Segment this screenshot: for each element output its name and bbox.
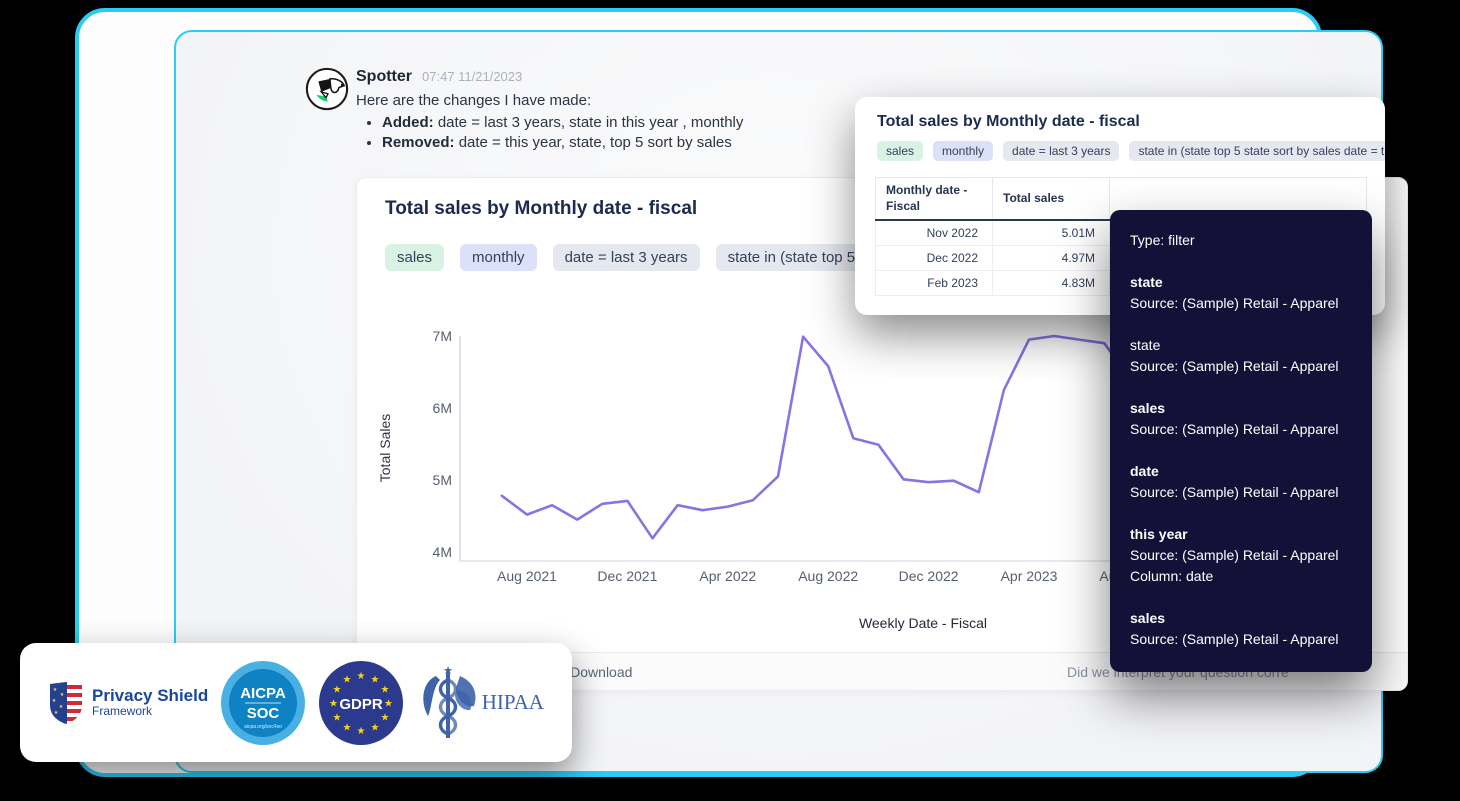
download-label: Download <box>570 664 632 680</box>
tooltip-entry-name: state <box>1130 335 1352 356</box>
privacy-shield-line1: Privacy Shield <box>92 687 208 705</box>
svg-text:★: ★ <box>329 698 338 709</box>
table-cell: 4.97M <box>993 246 1110 271</box>
chat-header: Spotter 07:47 11/21/2023 <box>356 68 1056 86</box>
svg-text:★: ★ <box>59 704 64 710</box>
svg-text:Dec 2022: Dec 2022 <box>899 568 959 584</box>
table-column-header[interactable]: Total sales <box>993 178 1110 221</box>
svg-text:4M: 4M <box>433 544 452 560</box>
svg-text:★: ★ <box>53 687 58 693</box>
privacy-shield-badge: ★★★ ★★ Privacy Shield Framework <box>48 681 208 725</box>
hipaa-badge: ★ HIPAA <box>416 664 544 742</box>
svg-text:7M: 7M <box>433 328 452 344</box>
hipaa-label: HIPAA <box>482 690 544 715</box>
svg-text:5M: 5M <box>433 472 452 488</box>
svg-text:6M: 6M <box>433 400 452 416</box>
svg-text:Aug 2021: Aug 2021 <box>497 568 557 584</box>
svg-text:★: ★ <box>52 698 57 704</box>
answer-title: Total sales by Monthly date - fiscal <box>385 198 697 220</box>
table-cell: Nov 2022 <box>876 220 993 246</box>
svg-text:★: ★ <box>370 674 379 685</box>
tooltip-entries: stateSource: (Sample) Retail - Apparelst… <box>1130 272 1352 650</box>
svg-text:Apr 2023: Apr 2023 <box>1001 568 1058 584</box>
svg-text:★: ★ <box>342 722 351 733</box>
svg-text:★: ★ <box>342 674 351 685</box>
tooltip-entry: dateSource: (Sample) Retail - Apparel <box>1130 461 1352 503</box>
svg-text:Aug 2022: Aug 2022 <box>798 568 858 584</box>
privacy-shield-line2: Framework <box>92 705 208 718</box>
svg-text:★: ★ <box>380 712 389 723</box>
svg-text:★: ★ <box>356 671 365 682</box>
tooltip-entry-name: state <box>1130 272 1352 293</box>
tooltip-entry-source: Source: (Sample) Retail - Apparel <box>1130 419 1352 440</box>
tooltip-entry-source: Source: (Sample) Retail - Apparel <box>1130 356 1352 377</box>
svg-text:★: ★ <box>380 684 389 695</box>
table-cell: Feb 2023 <box>876 271 993 296</box>
tooltip-entry: stateSource: (Sample) Retail - Apparel <box>1130 335 1352 377</box>
svg-text:★: ★ <box>384 698 393 709</box>
spotter-avatar-dog-icon <box>304 66 350 112</box>
svg-text:SOC: SOC <box>247 705 280 722</box>
svg-text:aicpa.org/soc4so: aicpa.org/soc4so <box>244 724 282 730</box>
tooltip-entry-source: Source: (Sample) Retail - Apparel <box>1130 629 1352 650</box>
query-token-time[interactable]: monthly <box>933 141 993 161</box>
y-axis-title: Total Sales <box>377 414 393 482</box>
aicpa-soc-icon: AICPA SOC aicpa.org/soc4so <box>220 660 306 746</box>
table-column-header[interactable]: Monthly date - Fiscal <box>876 178 993 221</box>
tooltip-entry: salesSource: (Sample) Retail - Apparel <box>1130 398 1352 440</box>
gdpr-badge: ★★★ ★★★ ★★★ ★★★ GDPR <box>318 660 404 746</box>
svg-text:★: ★ <box>332 684 341 695</box>
table-cell: Dec 2022 <box>876 246 993 271</box>
sender-name: Spotter <box>356 68 412 86</box>
tooltip-entry-name: this year <box>1130 524 1352 545</box>
compliance-badges-card: ★★★ ★★ Privacy Shield Framework AICPA SO… <box>20 643 572 762</box>
result-token-bar: sales monthly date = last 3 years state in … <box>877 141 1385 161</box>
query-token-filter[interactable]: state in (state top 5 state sort by sale… <box>1129 141 1385 161</box>
hipaa-caduceus-icon: ★ <box>416 664 480 742</box>
screenshot-root: Spotter 07:47 11/21/2023 Here are the ch… <box>0 0 1460 801</box>
svg-text:★: ★ <box>54 710 59 716</box>
svg-text:Apr 2022: Apr 2022 <box>699 568 756 584</box>
privacy-shield-label: Privacy Shield Framework <box>92 687 208 717</box>
query-token-time[interactable]: monthly <box>460 244 537 271</box>
query-token-measure[interactable]: sales <box>877 141 923 161</box>
query-token-measure[interactable]: sales <box>385 244 444 271</box>
svg-text:★: ★ <box>356 726 365 737</box>
x-axis-title: Weekly Date - Fiscal <box>859 615 987 631</box>
aicpa-soc-badge: AICPA SOC aicpa.org/soc4so <box>220 660 306 746</box>
message-timestamp: 07:47 11/21/2023 <box>422 69 522 84</box>
query-token-filter[interactable]: date = last 3 years <box>1003 141 1119 161</box>
tooltip-entry-column: Column: date <box>1130 566 1352 587</box>
tooltip-type: Type: filter <box>1130 230 1352 251</box>
table-cell: 4.83M <box>993 271 1110 296</box>
tooltip-entry-name: date <box>1130 461 1352 482</box>
svg-text:★: ★ <box>332 712 341 723</box>
query-token-filter[interactable]: date = last 3 years <box>553 244 700 271</box>
svg-text:★: ★ <box>60 692 65 698</box>
token-details-tooltip: Type: filter stateSource: (Sample) Retai… <box>1110 210 1372 672</box>
tooltip-entry-name: sales <box>1130 398 1352 419</box>
tooltip-entry: salesSource: (Sample) Retail - Apparel <box>1130 608 1352 650</box>
tooltip-entry-source: Source: (Sample) Retail - Apparel <box>1130 482 1352 503</box>
svg-text:GDPR: GDPR <box>339 696 383 713</box>
tooltip-entry-source: Source: (Sample) Retail - Apparel <box>1130 545 1352 566</box>
table-cell: 5.01M <box>993 220 1110 246</box>
gdpr-icon: ★★★ ★★★ ★★★ ★★★ GDPR <box>318 660 404 746</box>
svg-text:★: ★ <box>443 665 453 677</box>
tooltip-entry-name: sales <box>1130 608 1352 629</box>
privacy-shield-icon: ★★★ ★★ <box>48 681 84 725</box>
svg-text:★: ★ <box>370 722 379 733</box>
tooltip-entry-source: Source: (Sample) Retail - Apparel <box>1130 293 1352 314</box>
result-title: Total sales by Monthly date - fiscal <box>877 113 1140 131</box>
tooltip-entry: stateSource: (Sample) Retail - Apparel <box>1130 272 1352 314</box>
svg-text:Dec 2021: Dec 2021 <box>597 568 657 584</box>
svg-text:AICPA: AICPA <box>240 685 286 702</box>
tooltip-entry: this yearSource: (Sample) Retail - Appar… <box>1130 524 1352 587</box>
